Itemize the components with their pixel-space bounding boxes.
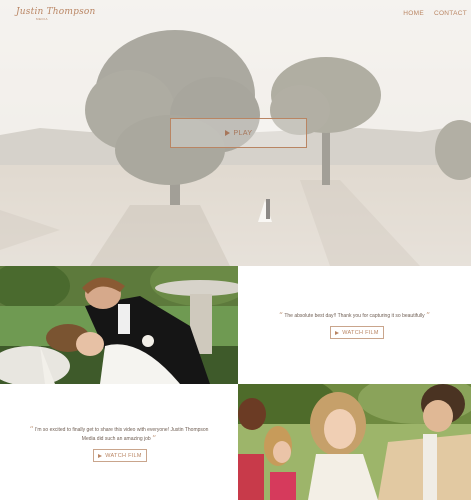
play-button[interactable]: PLAY	[170, 118, 307, 148]
watch-film-label-1: WATCH FILM	[342, 329, 379, 336]
nav-links: HOME CONTACT	[403, 10, 467, 17]
play-button-label: PLAY	[233, 129, 253, 137]
page: Justin Thompson MEDIA HOME CONTACT PLAY	[0, 0, 471, 500]
testimonial-text-1: The absolute best day!! Thank you for ca…	[284, 313, 425, 319]
site-logo-subtitle: MEDIA	[36, 17, 49, 21]
wedding-kiss-photo	[0, 266, 238, 384]
testimonial-quote-1: “ The absolute best day!! Thank you for …	[238, 312, 471, 320]
open-quote-icon: “	[278, 311, 283, 320]
play-icon	[98, 453, 103, 458]
close-quote-icon: ”	[425, 311, 431, 320]
site-logo[interactable]: Justin Thompson	[16, 7, 96, 17]
close-quote-icon: ”	[152, 434, 157, 443]
testimonial-quote-2b: Media did such an amazing job ”	[0, 435, 238, 443]
hero-video: Justin Thompson MEDIA HOME CONTACT PLAY	[0, 0, 471, 266]
watch-film-button-2[interactable]: WATCH FILM	[93, 449, 147, 462]
open-quote-icon: “	[29, 425, 34, 434]
testimonial-text-2-line1: I'm so excited to finally get to share t…	[35, 427, 209, 433]
nav-link-home[interactable]: HOME	[403, 10, 424, 17]
testimonial-card-1: “ The absolute best day!! Thank you for …	[238, 266, 471, 384]
testimonial-quote-2: “ I'm so excited to finally get to share…	[0, 426, 238, 434]
testimonial-card-2: “ I'm so excited to finally get to share…	[0, 384, 238, 500]
ceremony-photo	[238, 384, 471, 500]
watch-film-button-1[interactable]: WATCH FILM	[330, 326, 384, 339]
testimonial-text-2-line2: Media did such an amazing job	[81, 436, 151, 442]
nav-link-contact[interactable]: CONTACT	[434, 10, 467, 17]
top-nav: Justin Thompson MEDIA HOME CONTACT	[0, 0, 471, 28]
play-icon	[335, 330, 340, 335]
watch-film-label-2: WATCH FILM	[105, 452, 142, 459]
play-icon	[224, 130, 230, 136]
